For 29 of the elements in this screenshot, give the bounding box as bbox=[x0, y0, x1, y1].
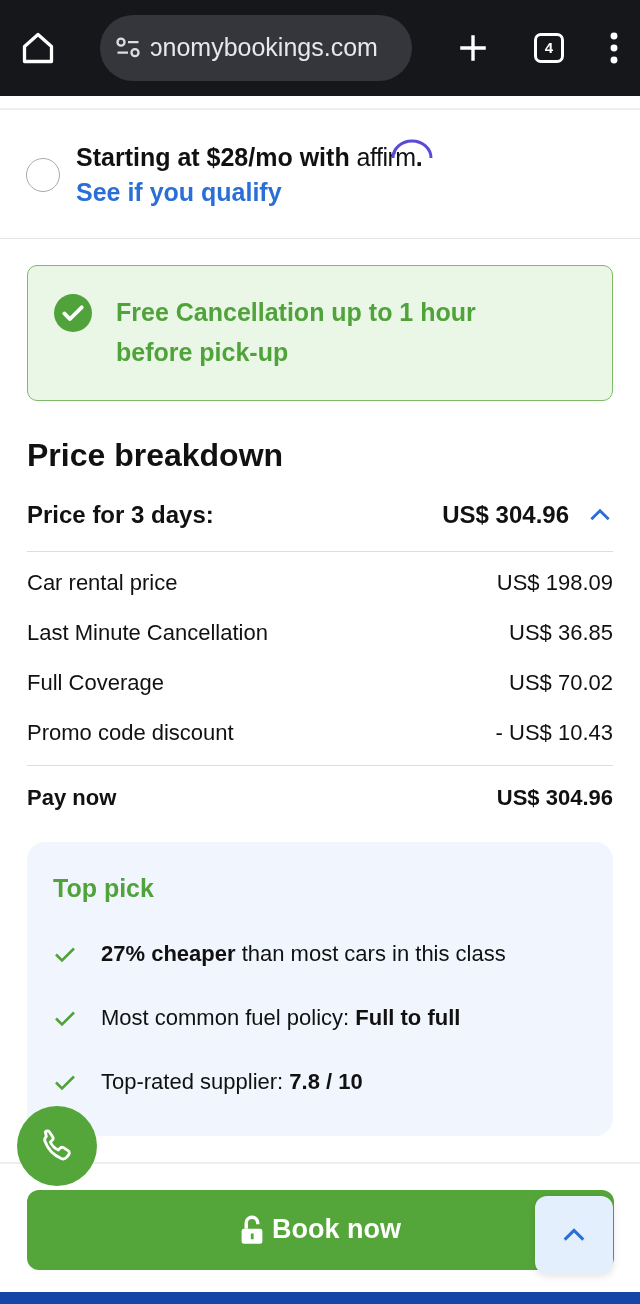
affirm-logo: affirm bbox=[356, 143, 416, 171]
price-summary-label: Price for 3 days: bbox=[27, 500, 214, 530]
total-value: US$ 304.96 bbox=[496, 783, 613, 812]
feature-text: Most common fuel policy: Full to full bbox=[101, 1004, 461, 1032]
menu-icon[interactable] bbox=[608, 32, 620, 64]
price-label: Last Minute Cancellation bbox=[27, 618, 268, 647]
feature-text: Top-rated supplier: 7.8 / 10 bbox=[101, 1068, 363, 1096]
price-value: US$ 198.09 bbox=[496, 568, 613, 597]
feature-text: 27% cheaper than most cars in this class bbox=[101, 940, 506, 968]
price-value: US$ 36.85 bbox=[509, 618, 613, 647]
price-label: Promo code discount bbox=[27, 718, 234, 747]
home-icon[interactable] bbox=[20, 30, 56, 66]
unlock-icon bbox=[240, 1214, 264, 1245]
price-label: Full Coverage bbox=[27, 668, 164, 697]
qualify-link[interactable]: See if you qualify bbox=[76, 178, 282, 206]
url-bar[interactable]: ɔnomybookings.com bbox=[100, 15, 412, 81]
tab-count-button[interactable]: 4 bbox=[534, 33, 564, 63]
price-label: Car rental price bbox=[27, 568, 178, 597]
cancellation-text: Free Cancellation up to 1 hour before pick-up bbox=[116, 297, 477, 368]
check-circle-icon bbox=[54, 294, 92, 332]
price-summary-value: US$ 304.96 bbox=[442, 500, 569, 530]
price-value: - US$ 10.43 bbox=[495, 718, 613, 747]
total-label: Pay now bbox=[27, 783, 117, 812]
top-pick-title: Top pick bbox=[53, 873, 155, 904]
affirm-offer-text: Starting at $28/mo with affirm. See if you qualify bbox=[76, 140, 614, 210]
price-summary-toggle[interactable]: Price for 3 days: US$ 304.96 bbox=[27, 497, 613, 552]
section-heading: Price breakdown bbox=[27, 436, 285, 475]
price-value: US$ 70.02 bbox=[509, 668, 613, 697]
scroll-to-top-button[interactable] bbox=[535, 1195, 613, 1274]
